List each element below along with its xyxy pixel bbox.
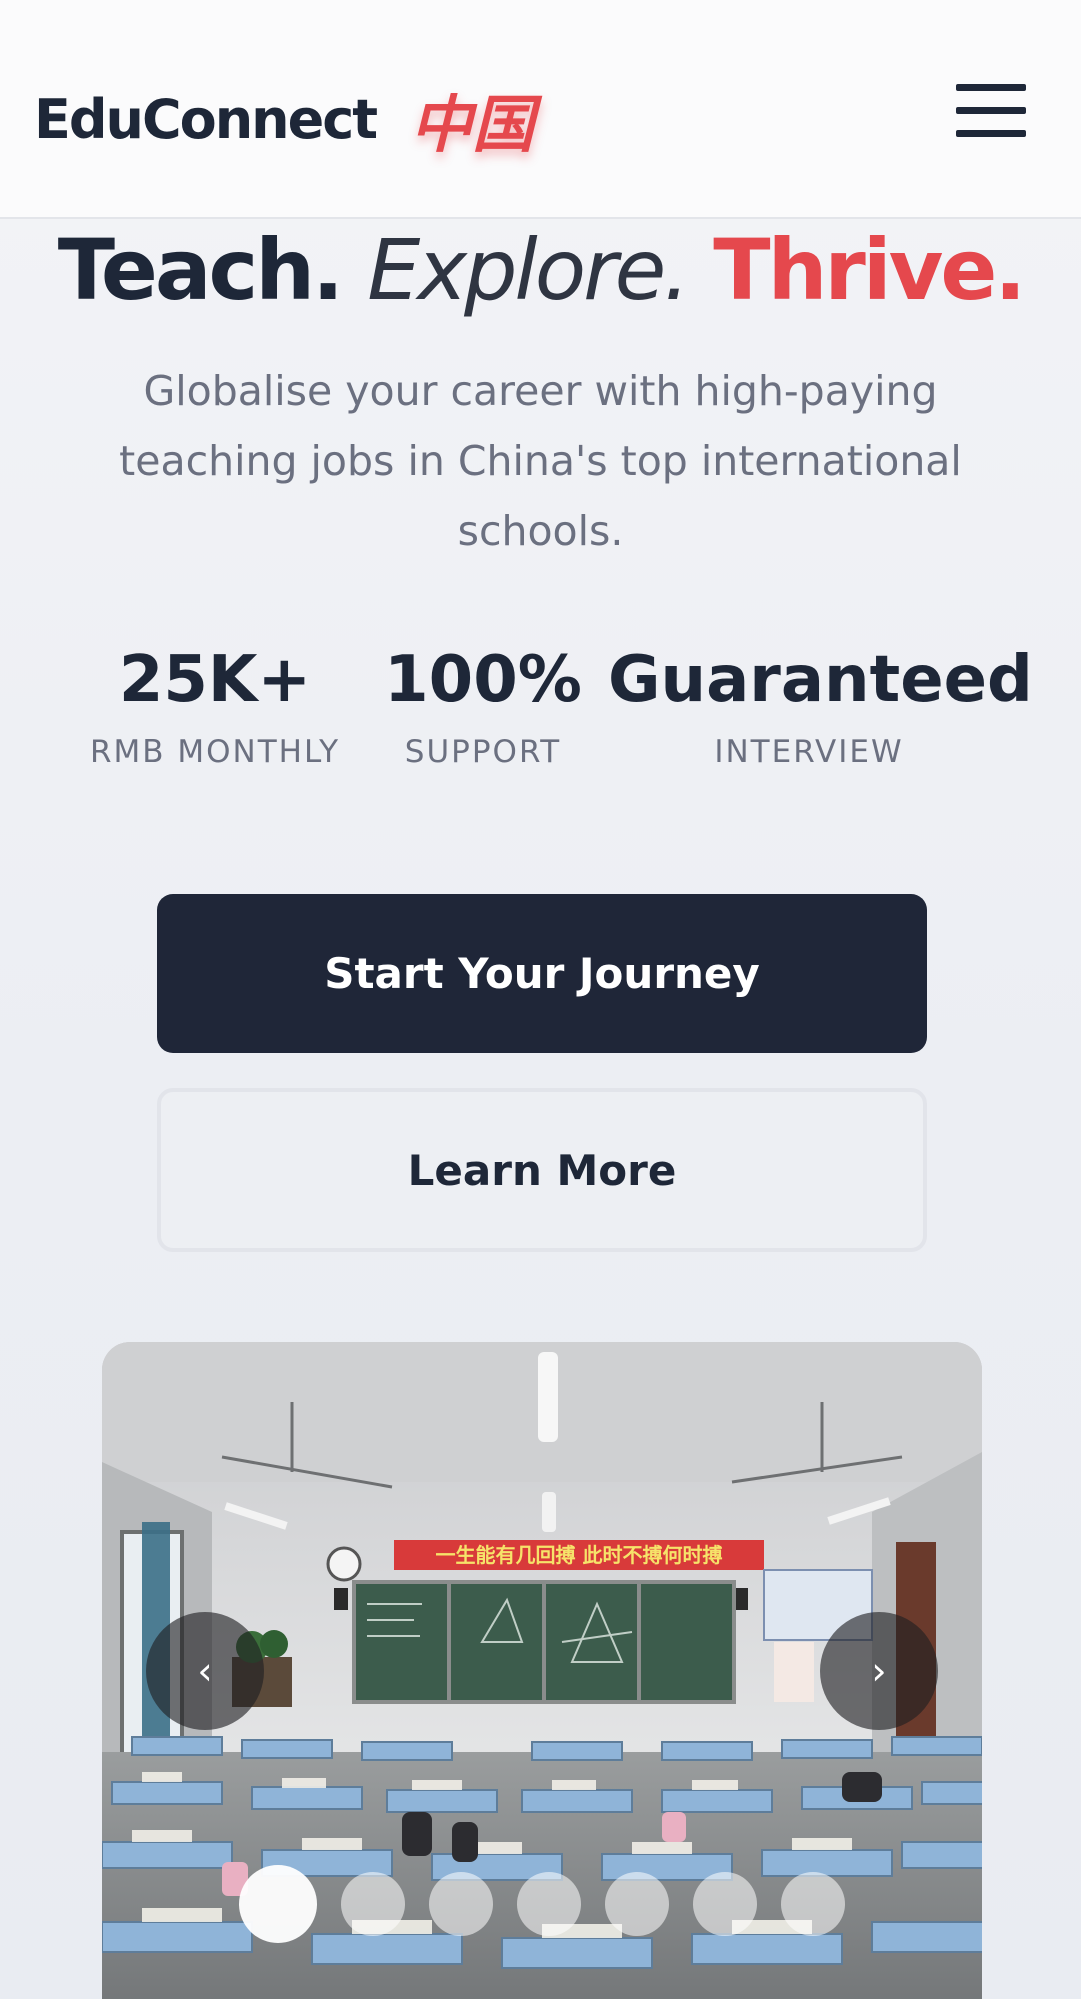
headline-explore: Explore. [367,221,690,319]
menu-bar-top [956,84,1026,91]
carousel-dot-1[interactable] [239,1865,317,1943]
brand-logo[interactable]: EduConnect 中国 [34,74,534,164]
stat-label: SUPPORT [404,734,562,770]
stat-value: 100% [384,643,582,717]
carousel-dot-3[interactable] [429,1872,493,1936]
brand-name: EduConnect [34,87,378,151]
brand-cn-mark: 中国 [410,88,535,161]
carousel-next-button[interactable]: › [820,1612,938,1730]
stat-label: INTERVIEW [714,734,904,770]
stat-support: 100% SUPPORT [380,640,586,770]
banner-text: 一生能有几回搏 此时不搏何时搏 [436,1543,723,1567]
carousel-dot-5[interactable] [605,1872,669,1936]
hero-subtitle: Globalise your career with high-paying t… [119,367,962,555]
carousel-dot-2[interactable] [341,1872,405,1936]
site-header: EduConnect 中国 [0,0,1081,219]
headline-thrive: Thrive. [713,221,1026,319]
carousel-dot-4[interactable] [517,1872,581,1936]
carousel-pagination [239,1865,869,1952]
image-carousel: 一生能有几回搏 此时不搏何时搏 ‹ › [102,1342,982,1999]
stat-value: Guaranteed [608,643,1033,717]
headline-teach: Teach. [57,221,344,319]
start-journey-button[interactable]: Start Your Journey [157,894,927,1053]
stat-label: RMB MONTHLY [89,734,341,770]
hamburger-menu-icon[interactable] [956,84,1026,138]
carousel-dot-7[interactable] [781,1872,845,1936]
page: EduConnect 中国 Teach. Explore. Thrive. Gl… [0,0,1081,1999]
carousel-dot-6[interactable] [693,1872,757,1936]
menu-bar-middle [956,107,1026,114]
carousel-prev-button[interactable]: ‹ [146,1612,264,1730]
stat-value: 25K+ [118,643,312,717]
menu-bar-bottom [956,130,1026,137]
stat-salary: 25K+ RMB MONTHLY [70,640,360,770]
stat-interview: Guaranteed INTERVIEW [608,640,1033,770]
learn-more-button[interactable]: Learn More [157,1088,927,1252]
hero-headline: Teach. Explore. Thrive. [0,216,1081,324]
